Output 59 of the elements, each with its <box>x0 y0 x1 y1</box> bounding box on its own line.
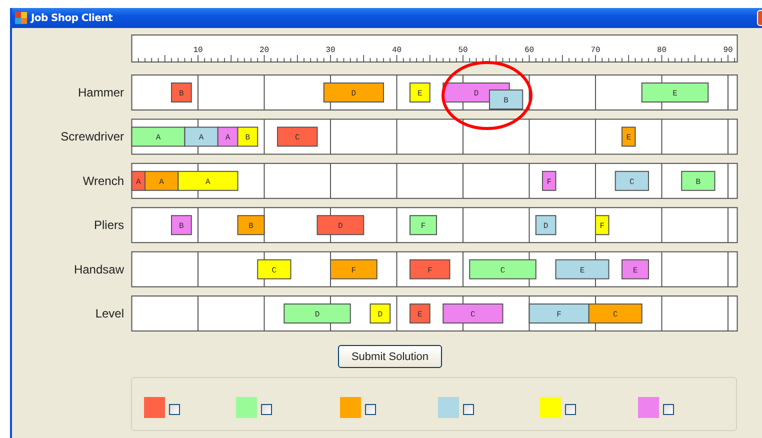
checkbox[interactable] <box>663 404 674 414</box>
app-icon <box>15 12 27 24</box>
tick-label: 30 <box>326 46 336 55</box>
task-bar[interactable]: E <box>641 82 709 102</box>
task-bar[interactable]: E <box>622 126 636 147</box>
task-bar[interactable]: C <box>277 126 318 147</box>
task-bar[interactable]: E <box>622 259 649 280</box>
tick-label: 70 <box>590 46 600 55</box>
machine-label: Pliers <box>94 218 124 232</box>
machine-label: Screwdriver <box>60 130 124 144</box>
checkbox[interactable] <box>565 404 576 414</box>
task-bar[interactable]: F <box>595 215 610 236</box>
machine-label: Wrench <box>82 174 124 188</box>
tick-label: 80 <box>656 46 667 55</box>
task-bar[interactable]: F <box>410 259 450 280</box>
submit-button[interactable]: Submit Solution <box>338 345 442 368</box>
task-bar[interactable]: A <box>217 126 238 147</box>
machine-label: Level <box>95 306 124 320</box>
tick-label: 40 <box>392 46 402 55</box>
checkbox[interactable] <box>463 404 474 414</box>
task-bar[interactable]: D <box>316 215 364 236</box>
task-bar[interactable]: B <box>237 215 265 236</box>
tick-label: 10 <box>193 46 203 55</box>
task-bar[interactable]: D <box>370 304 391 324</box>
machine-label: Hammer <box>78 86 124 100</box>
task-bar[interactable]: C <box>614 170 649 191</box>
task-bar[interactable]: E <box>555 259 610 280</box>
task-bar[interactable]: D <box>284 304 351 324</box>
tick-label: 50 <box>458 46 468 55</box>
task-bar[interactable]: E <box>410 304 430 324</box>
task-bar[interactable]: F <box>542 170 556 191</box>
checkbox[interactable] <box>365 404 376 414</box>
task-bar[interactable]: A <box>144 170 179 191</box>
task-bar[interactable]: D <box>323 82 384 102</box>
task-bar[interactable]: C <box>442 304 504 324</box>
machine-label: Handsaw <box>74 262 124 276</box>
tick-label: 20 <box>259 46 270 55</box>
task-bar[interactable]: B <box>171 215 192 236</box>
task-bar[interactable]: F <box>410 215 437 236</box>
task-bar[interactable]: C <box>469 259 536 280</box>
task-bar[interactable]: A <box>178 170 238 191</box>
task-bar[interactable]: B <box>171 82 192 102</box>
task-bar[interactable]: B <box>681 170 716 191</box>
window-title: Job Shop Client <box>31 12 112 24</box>
task-bar[interactable]: D <box>535 215 556 236</box>
task-bar[interactable]: A <box>131 170 146 191</box>
task-bar[interactable]: F <box>330 259 378 280</box>
task-bar[interactable]: C <box>588 304 642 324</box>
task-bar[interactable]: E <box>410 82 430 102</box>
checkbox[interactable] <box>261 404 272 414</box>
checkbox[interactable] <box>169 404 180 414</box>
task-bar[interactable]: C <box>257 259 292 280</box>
task-bar[interactable]: A <box>184 126 218 147</box>
task-bar[interactable]: A <box>131 126 186 147</box>
tick-label: 90 <box>723 46 733 55</box>
task-bar[interactable]: B <box>489 90 524 110</box>
tick-label: 60 <box>524 46 534 55</box>
task-bar[interactable]: F <box>528 304 590 324</box>
task-bar[interactable]: B <box>237 126 258 147</box>
